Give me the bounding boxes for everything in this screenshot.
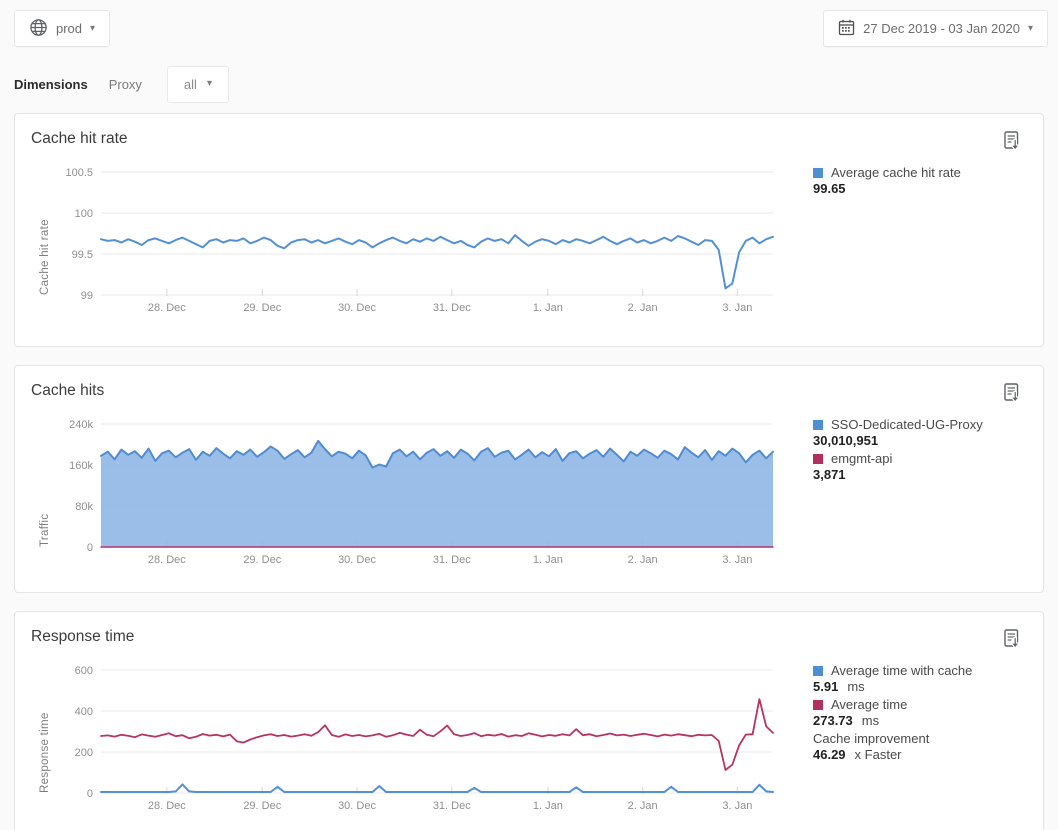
- y-axis-title: Cache hit rate: [39, 172, 51, 295]
- legend-item: Cache improvement: [813, 730, 1027, 747]
- export-report-icon[interactable]: [1001, 382, 1023, 404]
- chart-legend: Average time with cache5.91msAverage tim…: [791, 652, 1027, 821]
- export-report-icon[interactable]: [1001, 130, 1023, 152]
- svg-text:28. Dec: 28. Dec: [148, 302, 186, 314]
- svg-text:1. Jan: 1. Jan: [533, 302, 563, 314]
- environment-dropdown[interactable]: prod ▾: [14, 10, 110, 47]
- svg-text:2. Jan: 2. Jan: [628, 800, 658, 812]
- svg-text:31. Dec: 31. Dec: [433, 302, 471, 314]
- legend-label: emgmt-api: [831, 451, 892, 466]
- chevron-down-icon: ▾: [207, 79, 212, 89]
- y-axis-title: Traffic: [39, 424, 51, 547]
- svg-text:31. Dec: 31. Dec: [433, 554, 471, 566]
- legend-item[interactable]: Average cache hit rate: [813, 164, 1027, 181]
- svg-text:0: 0: [87, 788, 93, 800]
- svg-text:400: 400: [75, 706, 93, 718]
- svg-text:31. Dec: 31. Dec: [433, 800, 471, 812]
- cache-hits-card: Cache hits Traffic 240k 160k 80k 0 28. Dec 29…: [14, 365, 1044, 593]
- legend-label: Average time: [831, 697, 907, 712]
- svg-text:29. Dec: 29. Dec: [243, 800, 281, 812]
- svg-text:3. Jan: 3. Jan: [722, 800, 752, 812]
- cache-hits-chart[interactable]: 240k 160k 80k 0 28. Dec 29. Dec 30. Dec 31. Dec…: [31, 406, 791, 575]
- svg-text:28. Dec: 28. Dec: [148, 800, 186, 812]
- proxy-dimension-label[interactable]: Proxy: [109, 77, 142, 92]
- legend-item[interactable]: Average time: [813, 696, 1027, 713]
- svg-text:29. Dec: 29. Dec: [243, 554, 281, 566]
- svg-text:30. Dec: 30. Dec: [338, 800, 376, 812]
- legend-swatch: [813, 666, 823, 676]
- svg-text:3. Jan: 3. Jan: [722, 302, 752, 314]
- svg-text:100.5: 100.5: [65, 167, 93, 179]
- legend-label: Average cache hit rate: [831, 165, 961, 180]
- card-title: Response time: [31, 626, 1027, 652]
- svg-text:1. Jan: 1. Jan: [533, 800, 563, 812]
- cache-hit-rate-chart[interactable]: 100.5 100 99.5 99 28. Dec 29. Dec 30. Dec 31. D…: [31, 154, 791, 323]
- svg-text:99: 99: [81, 290, 93, 302]
- legend-item[interactable]: emgmt-api: [813, 450, 1027, 467]
- legend-value: 99.65: [813, 181, 1027, 198]
- legend-label: Cache improvement: [813, 731, 929, 746]
- chart-legend: Average cache hit rate99.65: [791, 154, 1027, 323]
- svg-text:29. Dec: 29. Dec: [243, 302, 281, 314]
- dimensions-label: Dimensions: [14, 77, 88, 92]
- legend-swatch: [813, 454, 823, 464]
- legend-swatch: [813, 700, 823, 710]
- proxy-filter-value: all: [184, 77, 197, 92]
- card-title: Cache hits: [31, 380, 1027, 406]
- svg-text:0: 0: [87, 542, 93, 554]
- svg-text:240k: 240k: [69, 419, 93, 431]
- legend-value: 273.73ms: [813, 713, 1027, 730]
- svg-text:80k: 80k: [75, 501, 93, 513]
- svg-text:2. Jan: 2. Jan: [628, 302, 658, 314]
- response-time-card: Response time Response time 600 400 200 0 28…: [14, 611, 1044, 830]
- legend-swatch: [813, 420, 823, 430]
- chart-legend: SSO-Dedicated-UG-Proxy30,010,951emgmt-ap…: [791, 406, 1027, 575]
- svg-text:2. Jan: 2. Jan: [628, 554, 658, 566]
- card-title: Cache hit rate: [31, 128, 1027, 154]
- svg-text:600: 600: [75, 665, 93, 677]
- export-report-icon[interactable]: [1001, 628, 1023, 650]
- cache-hit-rate-card: Cache hit rate Cache hit rate 100.5 100 99…: [14, 113, 1044, 347]
- svg-text:99.5: 99.5: [72, 249, 93, 261]
- svg-text:30. Dec: 30. Dec: [338, 554, 376, 566]
- svg-text:30. Dec: 30. Dec: [338, 302, 376, 314]
- svg-text:3. Jan: 3. Jan: [722, 554, 752, 566]
- svg-text:200: 200: [75, 747, 93, 759]
- legend-value: 30,010,951: [813, 433, 1027, 450]
- legend-item[interactable]: SSO-Dedicated-UG-Proxy: [813, 416, 1027, 433]
- svg-text:28. Dec: 28. Dec: [148, 554, 186, 566]
- response-time-chart[interactable]: 600 400 200 0 28. Dec 29. Dec 30. Dec 31. Dec 1.…: [31, 652, 791, 821]
- svg-text:100: 100: [75, 208, 93, 220]
- svg-text:1. Jan: 1. Jan: [533, 554, 563, 566]
- chevron-down-icon: ▾: [90, 24, 95, 34]
- proxy-filter-dropdown[interactable]: all ▾: [167, 66, 229, 103]
- legend-swatch: [813, 168, 823, 178]
- svg-text:160k: 160k: [69, 460, 93, 472]
- date-range-label: 27 Dec 2019 - 03 Jan 2020: [863, 21, 1020, 36]
- top-bar: prod ▾ 27 Dec 2019 - 03 Jan 2020 ▾: [0, 0, 1058, 56]
- chevron-down-icon: ▾: [1028, 24, 1033, 34]
- legend-item[interactable]: Average time with cache: [813, 662, 1027, 679]
- legend-label: Average time with cache: [831, 663, 972, 678]
- legend-value: 5.91ms: [813, 679, 1027, 696]
- globe-icon: [29, 18, 48, 40]
- dimensions-bar: Dimensions Proxy all ▾: [0, 56, 1058, 112]
- legend-value: 46.29x Faster: [813, 747, 1027, 764]
- y-axis-title: Response time: [39, 670, 51, 793]
- legend-label: SSO-Dedicated-UG-Proxy: [831, 417, 983, 432]
- date-range-picker[interactable]: 27 Dec 2019 - 03 Jan 2020 ▾: [823, 10, 1048, 47]
- legend-value: 3,871: [813, 467, 1027, 484]
- calendar-icon: [838, 19, 855, 39]
- environment-label: prod: [56, 21, 82, 36]
